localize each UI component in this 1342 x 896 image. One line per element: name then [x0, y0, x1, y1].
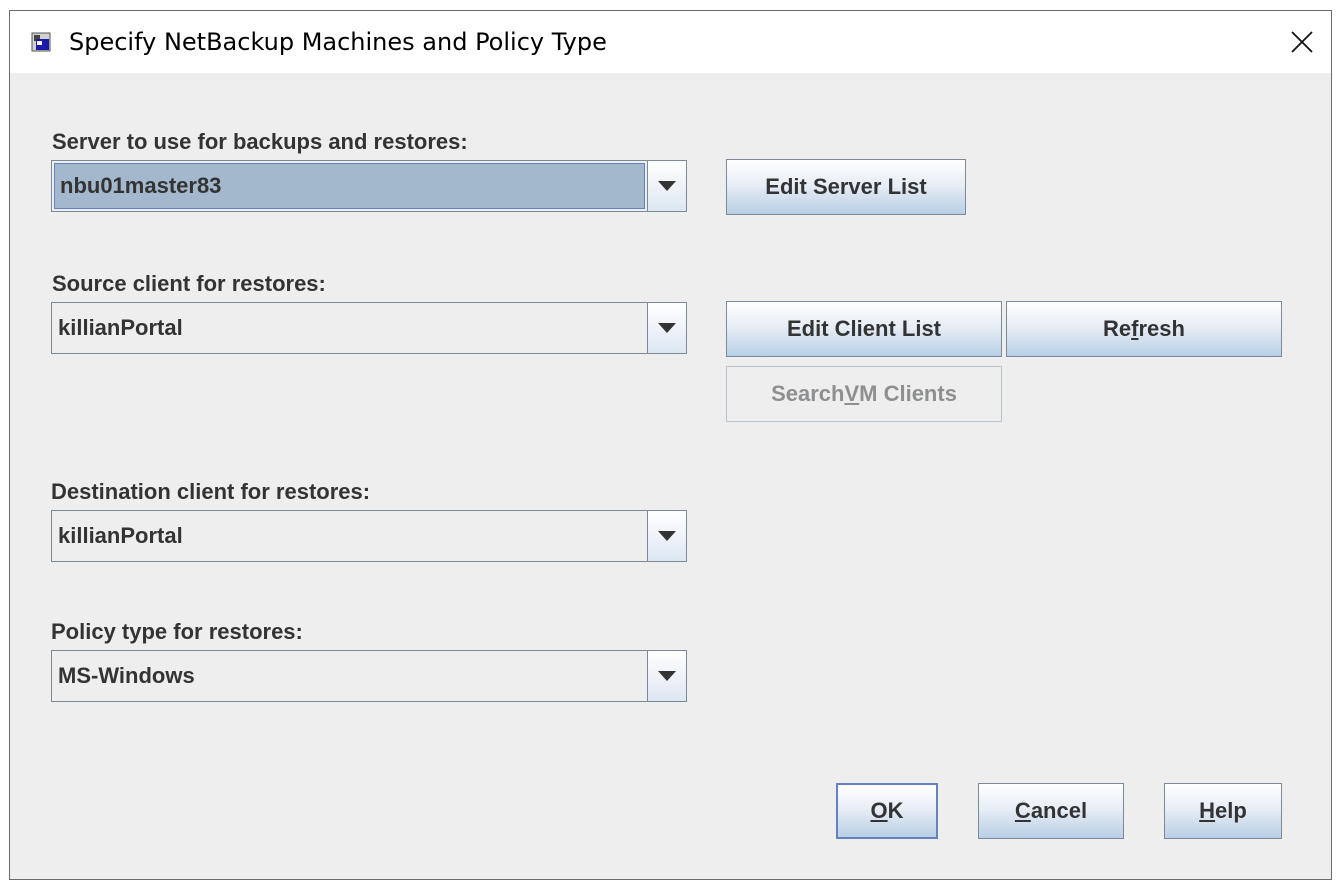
refresh-label-part: resh — [1138, 316, 1185, 341]
server-dropdown-button[interactable] — [647, 161, 686, 211]
server-combobox-value: nbu01master83 — [54, 163, 645, 209]
destination-client-dropdown-button[interactable] — [647, 511, 686, 561]
server-combobox[interactable]: nbu01master83 — [51, 160, 687, 212]
ok-button[interactable]: OK — [836, 783, 938, 839]
policy-type-label: Policy type for restores: — [51, 619, 303, 644]
chevron-down-icon — [658, 323, 676, 333]
netbackup-app-icon — [31, 32, 51, 52]
source-client-dropdown-button[interactable] — [647, 303, 686, 353]
source-client-combobox-value: killianPortal — [58, 315, 183, 340]
policy-type-dropdown-button[interactable] — [647, 651, 686, 701]
destination-client-combobox[interactable]: killianPortal — [51, 510, 687, 562]
dialog-window: Specify NetBackup Machines and Policy Ty… — [9, 10, 1332, 880]
chevron-down-icon — [658, 181, 676, 191]
edit-client-list-button[interactable]: Edit Client List — [726, 301, 1002, 357]
search-vm-clients-button: Search VM Clients — [726, 366, 1002, 422]
close-icon — [1291, 31, 1313, 53]
server-label: Server to use for backups and restores: — [52, 129, 468, 154]
cancel-label-part: ancel — [1030, 798, 1088, 823]
help-mnemonic: H — [1199, 798, 1216, 823]
cancel-mnemonic: C — [1014, 798, 1031, 823]
close-button[interactable] — [1279, 19, 1325, 65]
search-vm-mnemonic: V — [844, 381, 860, 406]
help-label-part: elp — [1215, 798, 1247, 823]
source-client-label: Source client for restores: — [52, 271, 326, 296]
search-vm-label-part: M Clients — [859, 381, 957, 406]
title-bar: Specify NetBackup Machines and Policy Ty… — [10, 11, 1331, 73]
policy-type-combobox[interactable]: MS-Windows — [51, 650, 687, 702]
cancel-button[interactable]: Cancel — [978, 783, 1124, 839]
chevron-down-icon — [658, 671, 676, 681]
help-button[interactable]: Help — [1164, 783, 1282, 839]
search-vm-label-part: Search — [771, 381, 845, 406]
edit-server-list-button[interactable]: Edit Server List — [726, 159, 966, 215]
refresh-mnemonic: f — [1131, 316, 1139, 341]
destination-client-label: Destination client for restores: — [51, 479, 371, 504]
refresh-button[interactable]: Re f resh — [1006, 301, 1282, 357]
dialog-content: Server to use for backups and restores: … — [10, 73, 1331, 879]
source-client-combobox[interactable]: killianPortal — [51, 302, 687, 354]
refresh-label-part: Re — [1103, 316, 1132, 341]
destination-client-combobox-value: killianPortal — [58, 523, 183, 548]
policy-type-combobox-value: MS-Windows — [58, 663, 195, 688]
ok-label-part: K — [887, 798, 904, 823]
chevron-down-icon — [658, 531, 676, 541]
ok-mnemonic: O — [870, 798, 888, 823]
window-title: Specify NetBackup Machines and Policy Ty… — [69, 28, 607, 56]
